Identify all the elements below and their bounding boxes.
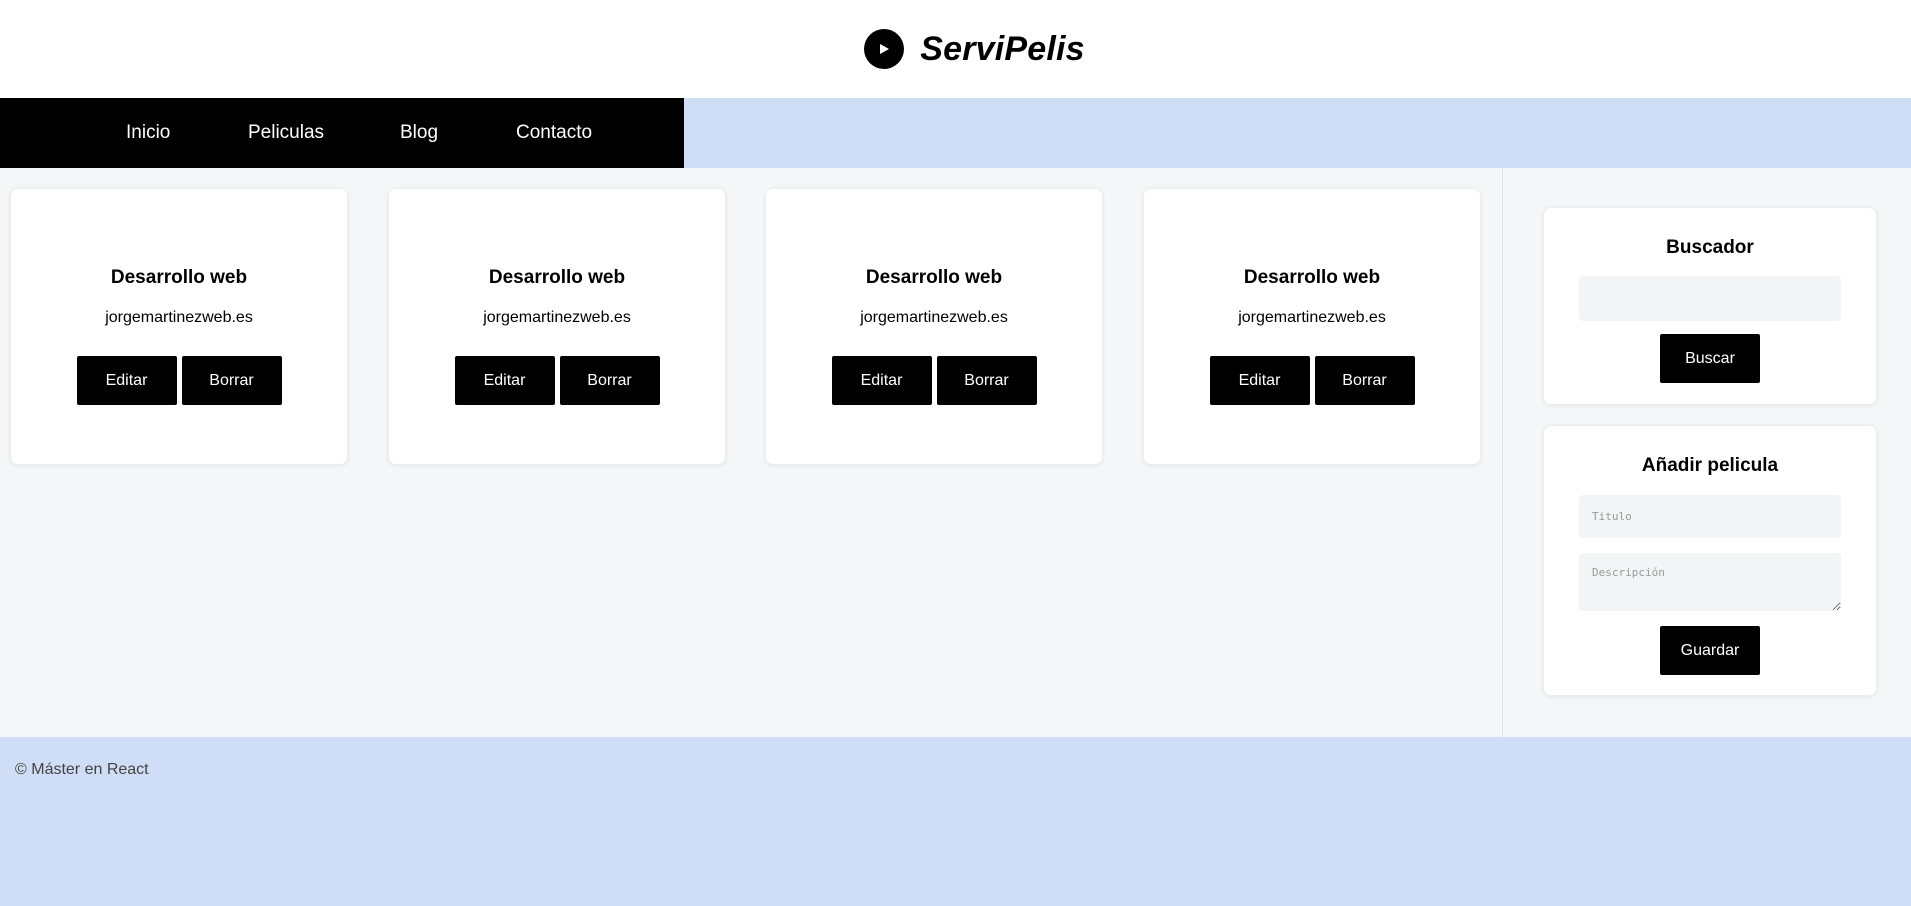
movie-card: Desarrollo web jorgemartinezweb.es Edita… [388, 188, 726, 465]
movie-description: jorgemartinezweb.es [105, 309, 253, 326]
edit-button[interactable]: Editar [454, 356, 555, 405]
nav-item-contacto[interactable]: Contacto [516, 98, 592, 168]
description-field[interactable] [1579, 553, 1841, 611]
card-actions: Editar Borrar [1144, 356, 1480, 405]
edit-button[interactable]: Editar [831, 356, 932, 405]
movie-title: Desarrollo web [110, 267, 248, 288]
nav-item-peliculas[interactable]: Peliculas [248, 98, 324, 168]
add-movie-widget: Añadir pelicula Guardar [1543, 425, 1877, 696]
title-field[interactable] [1579, 495, 1841, 538]
movie-title: Desarrollo web [1243, 267, 1381, 288]
footer-copyright: © Máster en React [15, 761, 149, 778]
logo[interactable]: ServiPelis [864, 29, 1085, 69]
movie-list: Desarrollo web jorgemartinezweb.es Edita… [0, 168, 1502, 737]
nav-menu: Inicio Peliculas Blog Contacto [0, 98, 684, 168]
search-widget: Buscador Buscar [1543, 207, 1877, 405]
card-actions: Editar Borrar [389, 356, 725, 405]
movie-title: Desarrollo web [865, 267, 1003, 288]
site-title: ServiPelis [920, 29, 1085, 68]
movie-card: Desarrollo web jorgemartinezweb.es Edita… [1143, 188, 1481, 465]
add-movie-title: Añadir pelicula [1641, 455, 1779, 476]
sidebar: Buscador Buscar Añadir pelicula Guardar [1502, 168, 1911, 737]
header: ServiPelis [0, 0, 1911, 98]
card-actions: Editar Borrar [11, 356, 347, 405]
movie-description: jorgemartinezweb.es [483, 309, 631, 326]
delete-button[interactable]: Borrar [936, 356, 1037, 405]
search-title: Buscador [1666, 237, 1754, 258]
play-icon [864, 29, 905, 69]
search-button[interactable]: Buscar [1660, 334, 1760, 383]
delete-button[interactable]: Borrar [559, 356, 660, 405]
search-input[interactable] [1579, 276, 1841, 321]
movie-card: Desarrollo web jorgemartinezweb.es Edita… [10, 188, 348, 465]
edit-button[interactable]: Editar [1209, 356, 1310, 405]
movie-title: Desarrollo web [488, 267, 626, 288]
card-actions: Editar Borrar [766, 356, 1102, 405]
edit-button[interactable]: Editar [76, 356, 177, 405]
movie-description: jorgemartinezweb.es [860, 309, 1008, 326]
movie-description: jorgemartinezweb.es [1238, 309, 1386, 326]
footer: © Máster en React [0, 737, 1911, 906]
save-button[interactable]: Guardar [1660, 626, 1760, 675]
navbar: Inicio Peliculas Blog Contacto [0, 98, 1911, 168]
delete-button[interactable]: Borrar [181, 356, 282, 405]
nav-item-blog[interactable]: Blog [400, 98, 438, 168]
delete-button[interactable]: Borrar [1314, 356, 1415, 405]
movie-card: Desarrollo web jorgemartinezweb.es Edita… [765, 188, 1103, 465]
nav-item-inicio[interactable]: Inicio [126, 98, 170, 168]
